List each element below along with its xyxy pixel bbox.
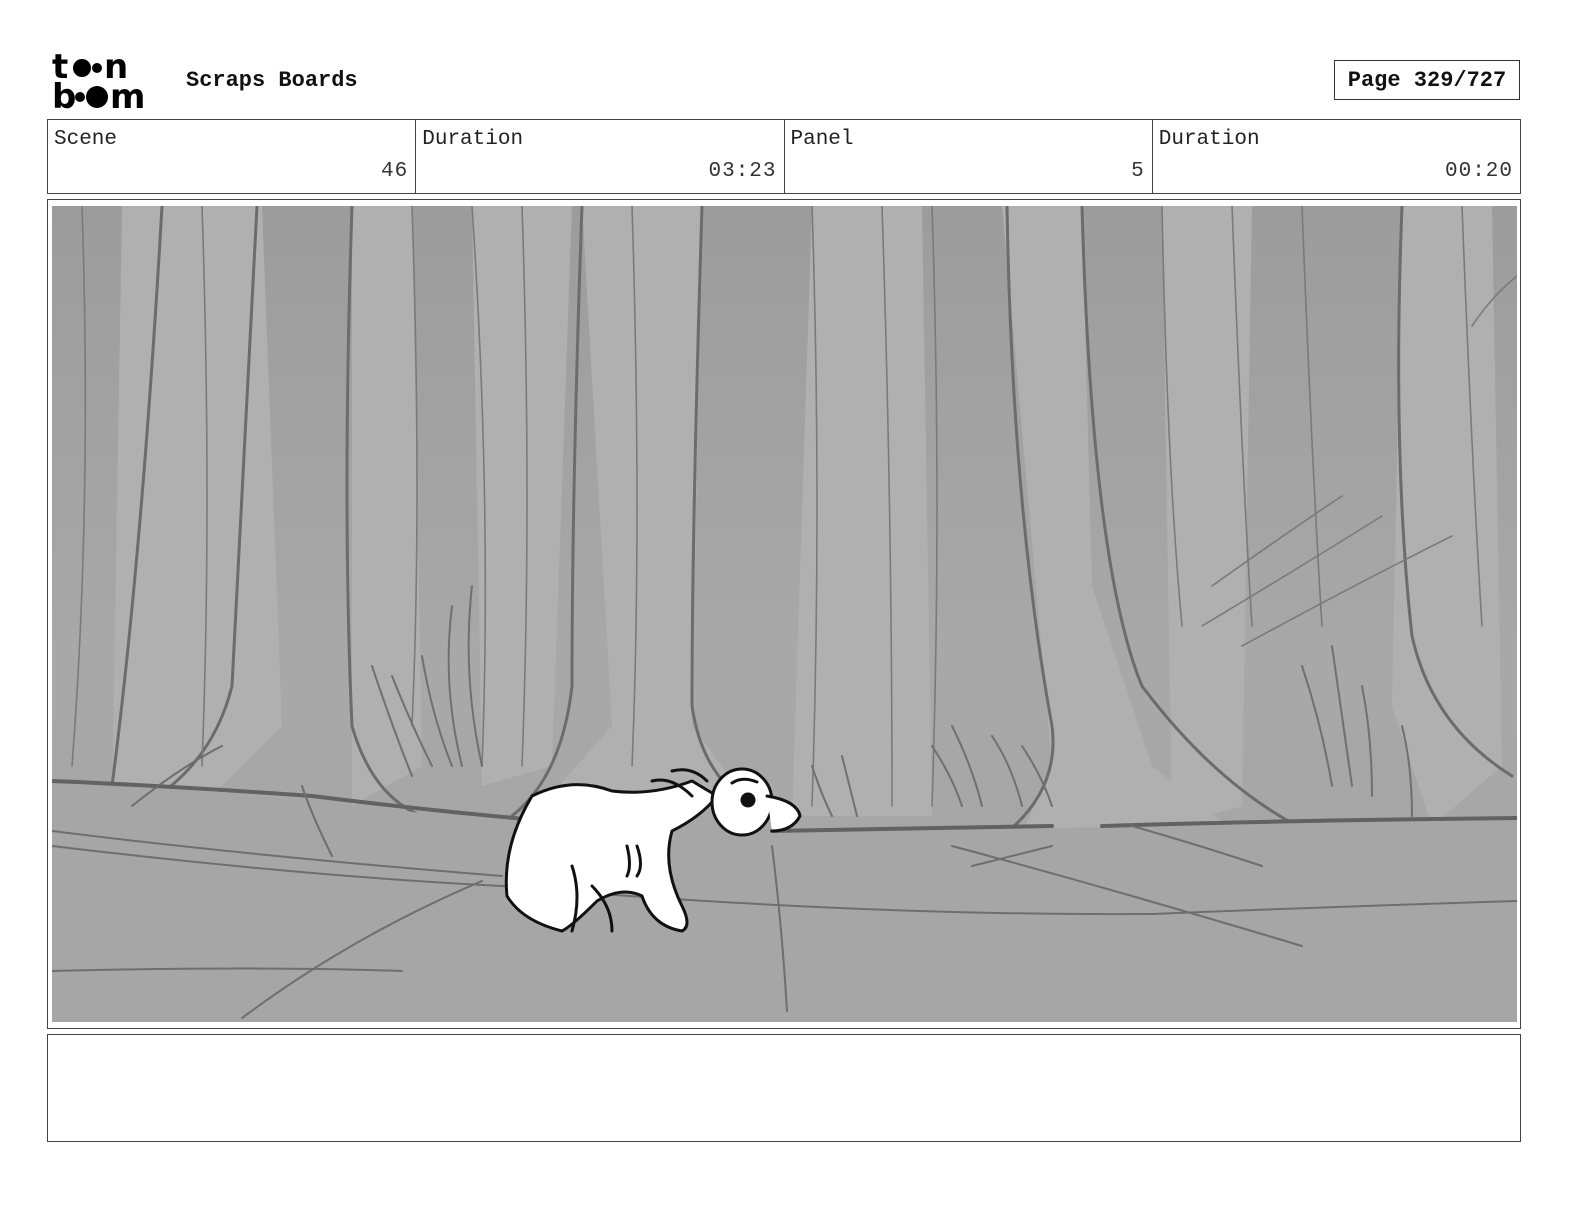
document-title: Scraps Boards [186, 68, 358, 93]
panel-value: 5 [1131, 160, 1145, 183]
panel-label: Panel [790, 128, 854, 151]
scene-value: 46 [381, 160, 409, 183]
scene-duration-value: 03:23 [708, 160, 777, 183]
forest-scene-sketch [52, 206, 1517, 1022]
svg-text:b: b [52, 77, 76, 112]
panel-cell: Panel 5 [785, 120, 1153, 193]
scene-label: Scene [54, 128, 118, 151]
panel-notes-box[interactable] [47, 1034, 1521, 1142]
panel-duration-label: Duration [1158, 128, 1260, 151]
scene-duration-cell: Duration 03:23 [416, 120, 785, 193]
panel-duration-cell: Duration 00:20 [1153, 120, 1520, 193]
page-indicator: Page 329/727 [1334, 60, 1520, 100]
scene-duration-label: Duration [422, 128, 524, 151]
svg-text:m: m [110, 77, 145, 112]
toonboom-logo-mark: t n b m [52, 47, 145, 117]
toonboom-logo: t n b m [52, 47, 164, 117]
storyboard-info-row: Scene 46 Duration 03:23 Panel 5 Duration… [47, 119, 1521, 194]
page-indicator-text: Page 329/727 [1347, 67, 1507, 93]
scene-cell: Scene 46 [48, 120, 417, 193]
storyboard-panel-image [52, 206, 1517, 1022]
panel-duration-value: 00:20 [1444, 160, 1513, 183]
